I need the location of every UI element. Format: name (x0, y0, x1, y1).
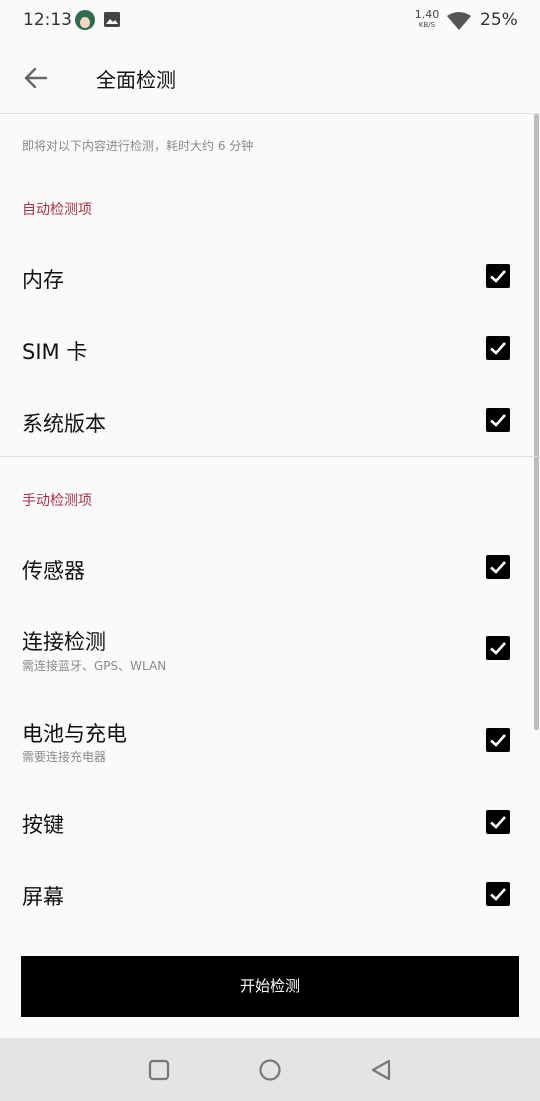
battery-charging-checkbox[interactable] (486, 728, 510, 752)
sensors-checkbox[interactable] (486, 555, 510, 579)
item-label: 电池与充电 (22, 722, 127, 746)
check-icon (490, 342, 506, 355)
list-item-memory[interactable]: 内存 (0, 240, 540, 312)
back-arrow-icon[interactable] (18, 60, 54, 96)
network-speed-value: 1.40 (414, 8, 440, 21)
check-icon (490, 816, 506, 829)
status-bar: 12:13 1.40 KB/S 25% (0, 0, 540, 40)
notification-app-icon (75, 10, 95, 30)
list-item-sensors[interactable]: 传感器 (0, 531, 540, 603)
check-icon (490, 642, 506, 655)
app-bar: 全面检测 (0, 40, 540, 114)
list-item-system-version[interactable]: 系统版本 (0, 384, 540, 456)
section-header-auto: 自动检测项 (22, 202, 92, 218)
list-item-connection-test[interactable]: 连接检测 需连接蓝牙、GPS、WLAN (0, 603, 540, 695)
network-speed-unit: KB/S (418, 21, 436, 29)
check-icon (490, 888, 506, 901)
check-icon (490, 734, 506, 747)
check-icon (490, 561, 506, 574)
item-label: 内存 (22, 268, 64, 292)
image-notification-icon (104, 12, 120, 27)
connection-test-checkbox[interactable] (486, 636, 510, 660)
section-divider (0, 456, 540, 457)
navigation-bar (0, 1038, 540, 1101)
memory-checkbox[interactable] (486, 264, 510, 288)
system-version-checkbox[interactable] (486, 408, 510, 432)
status-time: 12:13 (23, 10, 72, 30)
recents-square-icon[interactable] (145, 1056, 173, 1084)
check-icon (490, 414, 506, 427)
intro-text: 即将对以下内容进行检测，耗时大约 6 分钟 (22, 139, 254, 153)
list-item-buttons[interactable]: 按键 (0, 786, 540, 858)
item-label: 连接检测 (22, 630, 106, 654)
network-speed: 1.40 KB/S (413, 9, 441, 29)
item-subtitle: 需要连接充电器 (22, 750, 107, 764)
back-triangle-icon[interactable] (367, 1056, 395, 1084)
item-label: 屏幕 (22, 885, 64, 909)
item-label: SIM 卡 (22, 340, 88, 364)
check-icon (490, 270, 506, 283)
item-label: 系统版本 (22, 412, 106, 436)
start-test-button[interactable]: 开始检测 (21, 956, 519, 1017)
list-item-battery-charging[interactable]: 电池与充电 需要连接充电器 (0, 695, 540, 786)
item-subtitle: 需连接蓝牙、GPS、WLAN (22, 659, 167, 673)
buttons-checkbox[interactable] (486, 810, 510, 834)
item-label: 按键 (22, 813, 64, 837)
battery-percentage: 25% (480, 10, 518, 30)
home-circle-icon[interactable] (256, 1056, 284, 1084)
sim-card-checkbox[interactable] (486, 336, 510, 360)
wifi-icon (447, 12, 471, 30)
page-title: 全面检测 (96, 68, 176, 92)
section-header-manual: 手动检测项 (22, 493, 92, 509)
item-label: 传感器 (22, 559, 85, 583)
list-item-screen[interactable]: 屏幕 (0, 858, 540, 930)
screen-checkbox[interactable] (486, 882, 510, 906)
list-item-sim-card[interactable]: SIM 卡 (0, 312, 540, 384)
